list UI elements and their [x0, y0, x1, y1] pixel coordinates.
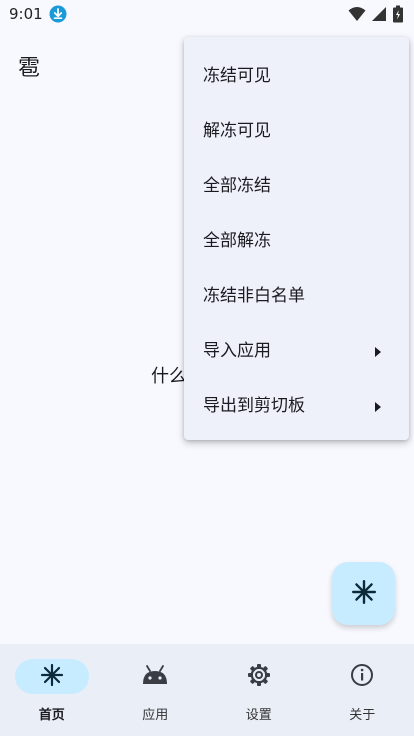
- snowflake-icon: [40, 663, 64, 691]
- nav-label-home: 首页: [38, 708, 65, 723]
- menu-item-unfreeze-all[interactable]: 全部解冻: [184, 211, 409, 266]
- overflow-menu: 冻结可见 解冻可见 全部冻结 全部解冻 冻结非白名单 导入应用 导出到剪切板: [184, 37, 409, 440]
- nav-icon-container: [118, 659, 192, 694]
- menu-item-label: 全部解冻: [203, 231, 271, 251]
- battery-icon: [392, 5, 404, 23]
- menu-item-label: 导出到剪切板: [203, 396, 305, 416]
- empty-state-text: 什么: [151, 366, 187, 387]
- menu-item-import-apps[interactable]: 导入应用: [184, 321, 409, 376]
- nav-item-home[interactable]: 首页: [0, 644, 104, 736]
- freeze-fab-button[interactable]: [332, 562, 395, 625]
- nav-item-settings[interactable]: 设置: [207, 644, 311, 736]
- status-time: 9:01: [9, 5, 43, 23]
- app-title: 雹: [18, 56, 41, 81]
- menu-item-label: 冻结可见: [203, 66, 271, 86]
- menu-item-label: 导入应用: [203, 341, 271, 361]
- nav-label-about: 关于: [349, 708, 376, 723]
- menu-item-export-clipboard[interactable]: 导出到剪切板: [184, 376, 409, 431]
- nav-label-apps: 应用: [142, 708, 169, 723]
- screen: 9:01 雹 什么 首页 应用 设置 关于 冻结可见 解冻可见 全部冻结 全部解…: [0, 0, 414, 736]
- download-icon: [49, 5, 67, 23]
- bottom-navigation: 首页 应用 设置 关于: [0, 644, 414, 736]
- submenu-arrow-icon: [373, 343, 383, 357]
- menu-item-label: 解冻可见: [203, 121, 271, 141]
- android-icon: [142, 664, 168, 689]
- nav-icon-container: [325, 659, 399, 694]
- nav-icon-container: [222, 659, 296, 694]
- nav-label-settings: 设置: [245, 708, 272, 723]
- menu-item-unfreeze-visible[interactable]: 解冻可见: [184, 101, 409, 156]
- wifi-icon: [348, 5, 366, 23]
- status-right: [348, 5, 404, 23]
- nav-item-about[interactable]: 关于: [311, 644, 414, 736]
- menu-item-label: 全部冻结: [203, 176, 271, 196]
- menu-item-label: 冻结非白名单: [203, 286, 305, 306]
- menu-item-freeze-non-whitelist[interactable]: 冻结非白名单: [184, 266, 409, 321]
- status-left: 9:01: [9, 5, 67, 23]
- info-icon: [350, 663, 374, 691]
- menu-item-freeze-visible[interactable]: 冻结可见: [184, 46, 409, 101]
- signal-icon: [370, 5, 388, 23]
- nav-item-apps[interactable]: 应用: [104, 644, 208, 736]
- menu-item-freeze-all[interactable]: 全部冻结: [184, 156, 409, 211]
- snowflake-icon: [351, 579, 377, 609]
- gear-icon: [247, 663, 271, 691]
- status-bar: 9:01: [0, 0, 414, 28]
- submenu-arrow-icon: [373, 398, 383, 412]
- nav-indicator: [14, 659, 89, 694]
